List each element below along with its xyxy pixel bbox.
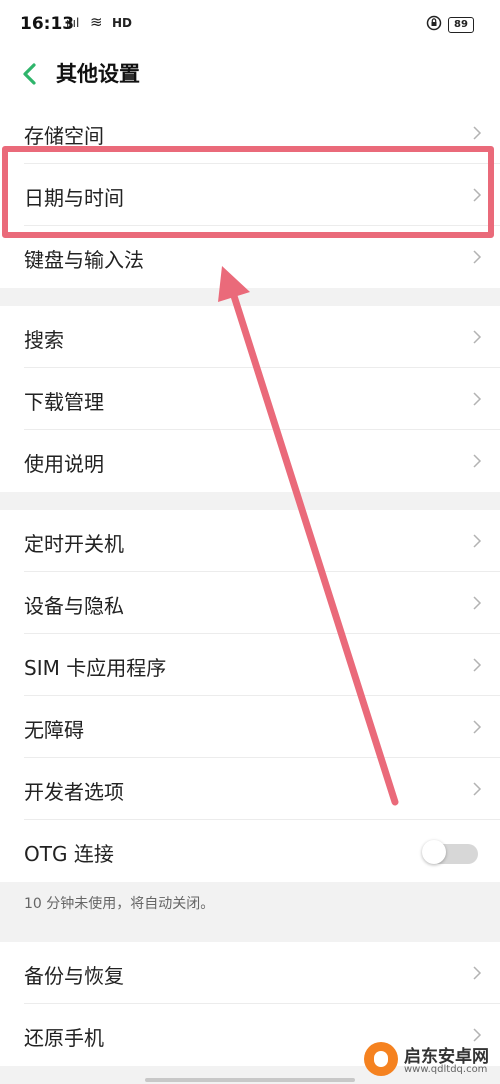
home-indicator[interactable] xyxy=(145,1078,355,1082)
network-hd-icon: HD xyxy=(112,16,133,30)
watermark-logo-icon xyxy=(364,1042,398,1076)
settings-item-label: 键盘与输入法 xyxy=(24,248,144,272)
settings-item-label: 定时开关机 xyxy=(24,532,124,556)
settings-item-label: 存储空间 xyxy=(24,124,104,148)
settings-item-accessibility[interactable]: 无障碍 xyxy=(0,696,500,758)
otg-hint-text: 10 分钟未使用，将自动关闭。 xyxy=(24,896,215,912)
otg-toggle[interactable] xyxy=(422,839,478,865)
watermark: 启东安卓网 www.qdltdq.com xyxy=(364,1040,494,1080)
settings-group-system: 定时开关机 设备与隐私 SIM 卡应用程序 无障碍 开发者选项 OTG 连接 xyxy=(0,510,500,882)
settings-item-label: 设备与隐私 xyxy=(24,594,124,618)
chevron-right-icon xyxy=(473,126,482,140)
settings-item-developer-options[interactable]: 开发者选项 xyxy=(0,758,500,820)
rotation-lock-icon xyxy=(426,15,442,31)
highlight-box-annotation xyxy=(2,146,494,238)
settings-item-scheduled-power[interactable]: 定时开关机 xyxy=(0,510,500,572)
settings-item-label: 无障碍 xyxy=(24,718,84,742)
settings-item-sim-apps[interactable]: SIM 卡应用程序 xyxy=(0,634,500,696)
settings-item-label: OTG 连接 xyxy=(24,842,114,866)
chevron-right-icon xyxy=(473,966,482,980)
signal-icon: ıııl xyxy=(66,16,80,30)
settings-item-label: 下载管理 xyxy=(24,390,104,414)
chevron-right-icon xyxy=(473,534,482,548)
settings-item-backup-restore[interactable]: 备份与恢复 xyxy=(0,942,500,1004)
settings-item-label: 使用说明 xyxy=(24,452,104,476)
settings-item-manual[interactable]: 使用说明 xyxy=(0,430,500,492)
toggle-knob xyxy=(422,840,446,864)
nav-bar: 其他设置 xyxy=(0,50,500,102)
chevron-right-icon xyxy=(473,596,482,610)
chevron-right-icon xyxy=(473,330,482,344)
chevron-right-icon xyxy=(473,392,482,406)
settings-item-label: 备份与恢复 xyxy=(24,964,124,988)
chevron-right-icon xyxy=(473,720,482,734)
watermark-url: www.qdltdq.com xyxy=(404,1064,488,1075)
chevron-right-icon xyxy=(473,782,482,796)
settings-item-otg: OTG 连接 xyxy=(0,820,500,882)
chevron-right-icon xyxy=(473,658,482,672)
settings-item-label: 开发者选项 xyxy=(24,780,124,804)
back-arrow-icon[interactable] xyxy=(16,60,44,88)
settings-item-label: SIM 卡应用程序 xyxy=(24,656,167,680)
status-bar: 16:13 ıııl ≋ HD 89 xyxy=(0,0,500,50)
wifi-icon: ≋ xyxy=(90,13,103,31)
settings-item-device-privacy[interactable]: 设备与隐私 xyxy=(0,572,500,634)
chevron-right-icon xyxy=(473,250,482,264)
settings-item-label: 还原手机 xyxy=(24,1026,104,1050)
battery-icon: 89 xyxy=(448,17,474,33)
settings-item-label: 搜索 xyxy=(24,328,64,352)
settings-item-downloads[interactable]: 下载管理 xyxy=(0,368,500,430)
settings-item-search[interactable]: 搜索 xyxy=(0,306,500,368)
chevron-right-icon xyxy=(473,454,482,468)
settings-group-search: 搜索 下载管理 使用说明 xyxy=(0,306,500,492)
page-title: 其他设置 xyxy=(56,62,140,86)
